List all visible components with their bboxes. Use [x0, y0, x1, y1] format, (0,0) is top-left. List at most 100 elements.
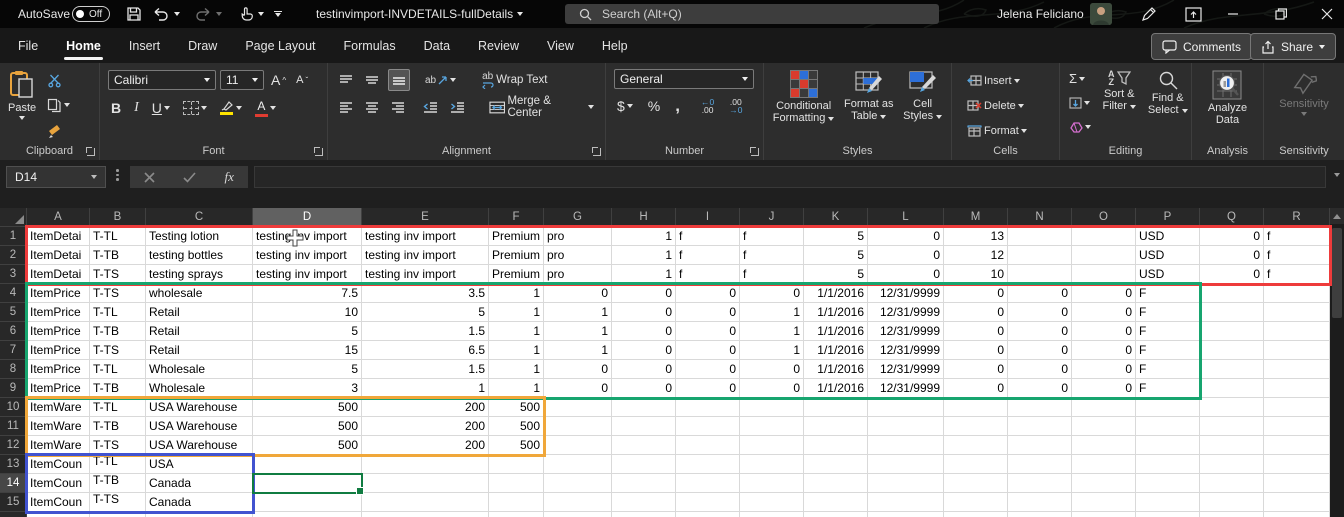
cell-C15[interactable]: Canada — [146, 493, 253, 512]
cell-M12[interactable] — [944, 436, 1008, 455]
cell-I7[interactable]: 0 — [676, 341, 740, 360]
font-name-select[interactable]: Calibri — [108, 70, 216, 90]
cell-J8[interactable]: 0 — [740, 360, 804, 379]
cell-D1[interactable]: testing inv import — [253, 227, 362, 246]
cell-A1[interactable]: ItemDetai — [27, 227, 90, 246]
align-left-button[interactable] — [336, 96, 356, 118]
row-header-11[interactable]: 11 — [0, 417, 27, 436]
cell-L12[interactable] — [868, 436, 944, 455]
cell-H14[interactable] — [612, 474, 676, 493]
cell-D2[interactable]: testing inv import — [253, 246, 362, 265]
cell-C1[interactable]: Testing lotion — [146, 227, 253, 246]
cell-K5[interactable]: 1/1/2016 — [804, 303, 868, 322]
cell-C3[interactable]: testing sprays — [146, 265, 253, 284]
cell-M10[interactable] — [944, 398, 1008, 417]
cell-D4[interactable]: 7.5 — [253, 284, 362, 303]
cell-I16[interactable] — [676, 512, 740, 517]
cell-Q6[interactable] — [1200, 322, 1264, 341]
cell-M16[interactable] — [944, 512, 1008, 517]
cell-D14[interactable] — [253, 474, 362, 493]
cell-K11[interactable] — [804, 417, 868, 436]
cell-L16[interactable] — [868, 512, 944, 517]
column-header-I[interactable]: I — [676, 208, 740, 227]
cell-O13[interactable] — [1072, 455, 1136, 474]
cell-F4[interactable]: 1 — [489, 284, 544, 303]
tab-help[interactable]: Help — [588, 28, 642, 63]
align-right-button[interactable] — [388, 96, 408, 118]
cell-Q3[interactable]: 0 — [1200, 265, 1264, 284]
cell-C13[interactable]: USA — [146, 455, 253, 474]
cell-P14[interactable] — [1136, 474, 1200, 493]
cell-styles-button[interactable]: Cell Styles — [903, 67, 942, 142]
cell-P10[interactable] — [1136, 398, 1200, 417]
cell-Q4[interactable] — [1200, 284, 1264, 303]
grow-font-button[interactable]: A^ — [268, 69, 289, 91]
sort-filter-button[interactable]: AZ Sort & Filter — [1096, 67, 1143, 142]
cell-N7[interactable]: 0 — [1008, 341, 1072, 360]
cell-R15[interactable] — [1264, 493, 1330, 512]
cell-B4[interactable]: T-TS — [90, 284, 146, 303]
cell-J6[interactable]: 1 — [740, 322, 804, 341]
cell-N5[interactable]: 0 — [1008, 303, 1072, 322]
cell-Q15[interactable] — [1200, 493, 1264, 512]
cell-A9[interactable]: ItemPrice — [27, 379, 90, 398]
cell-M2[interactable]: 12 — [944, 246, 1008, 265]
cell-R3[interactable]: f — [1264, 265, 1330, 284]
cell-M11[interactable] — [944, 417, 1008, 436]
cell-O3[interactable] — [1072, 265, 1136, 284]
cell-A11[interactable]: ItemWare — [27, 417, 90, 436]
cell-B7[interactable]: T-TS — [90, 341, 146, 360]
cell-P6[interactable]: F — [1136, 322, 1200, 341]
number-format-select[interactable]: General — [614, 69, 754, 89]
cell-J11[interactable] — [740, 417, 804, 436]
cell-G6[interactable]: 1 — [544, 322, 612, 341]
search-box[interactable]: Search (Alt+Q) — [565, 4, 939, 24]
restore-button[interactable] — [1266, 0, 1296, 28]
cell-M4[interactable]: 0 — [944, 284, 1008, 303]
cell-R7[interactable] — [1264, 341, 1330, 360]
cell-R8[interactable] — [1264, 360, 1330, 379]
cell-R6[interactable] — [1264, 322, 1330, 341]
row-header-9[interactable]: 9 — [0, 379, 27, 398]
borders-button[interactable] — [180, 97, 210, 119]
underline-button[interactable]: U — [149, 97, 173, 119]
cell-D12[interactable]: 500 — [253, 436, 362, 455]
cell-F16[interactable] — [489, 512, 544, 517]
cell-N3[interactable] — [1008, 265, 1072, 284]
cell-D7[interactable]: 15 — [253, 341, 362, 360]
cell-K2[interactable]: 5 — [804, 246, 868, 265]
cell-K6[interactable]: 1/1/2016 — [804, 322, 868, 341]
row-header-16[interactable] — [0, 512, 27, 517]
cell-D16[interactable] — [253, 512, 362, 517]
column-header-F[interactable]: F — [489, 208, 544, 227]
cell-J14[interactable] — [740, 474, 804, 493]
undo-button[interactable] — [152, 0, 180, 28]
cell-N13[interactable] — [1008, 455, 1072, 474]
cell-P9[interactable]: F — [1136, 379, 1200, 398]
cell-D10[interactable]: 500 — [253, 398, 362, 417]
column-header-Q[interactable]: Q — [1200, 208, 1264, 227]
cell-F5[interactable]: 1 — [489, 303, 544, 322]
select-all-corner[interactable] — [0, 208, 27, 227]
redo-button[interactable] — [194, 0, 222, 28]
cell-D13[interactable] — [253, 455, 362, 474]
cell-G3[interactable]: pro — [544, 265, 612, 284]
cell-J7[interactable]: 1 — [740, 341, 804, 360]
cell-N9[interactable]: 0 — [1008, 379, 1072, 398]
tab-file[interactable]: File — [4, 28, 52, 63]
cell-H4[interactable]: 0 — [612, 284, 676, 303]
cell-I11[interactable] — [676, 417, 740, 436]
font-size-select[interactable]: 11 — [220, 70, 264, 90]
cell-E16[interactable] — [362, 512, 489, 517]
cell-J15[interactable] — [740, 493, 804, 512]
cell-A5[interactable]: ItemPrice — [27, 303, 90, 322]
fill-color-button[interactable] — [217, 97, 245, 119]
cell-R9[interactable] — [1264, 379, 1330, 398]
cell-Q7[interactable] — [1200, 341, 1264, 360]
cell-L9[interactable]: 12/31/9999 — [868, 379, 944, 398]
cell-H9[interactable]: 0 — [612, 379, 676, 398]
cell-E7[interactable]: 6.5 — [362, 341, 489, 360]
cell-E13[interactable] — [362, 455, 489, 474]
cell-D15[interactable] — [253, 493, 362, 512]
cell-O1[interactable] — [1072, 227, 1136, 246]
